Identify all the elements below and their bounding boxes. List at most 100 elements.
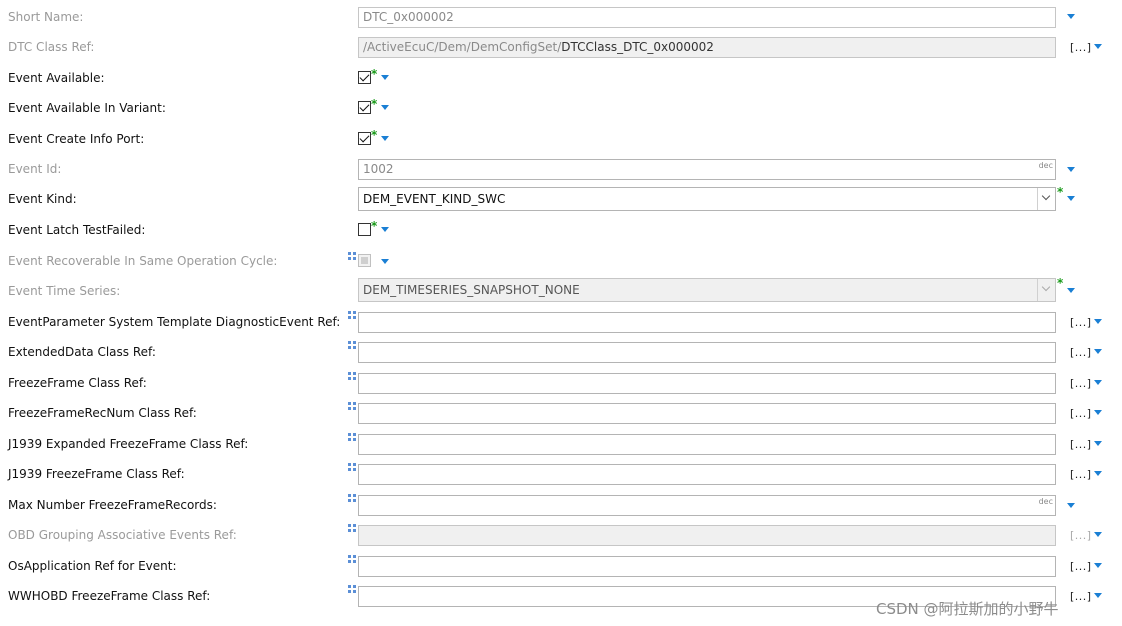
obd-grouping-ref-input[interactable] (358, 525, 1056, 546)
chevron-down-icon[interactable] (1037, 279, 1055, 301)
os-app-ref-browse-button[interactable]: [...] (1070, 561, 1092, 573)
j1939-expanded-ref-label: J1939 Expanded FreezeFrame Class Ref: (8, 437, 249, 451)
os-app-ref-input[interactable] (358, 556, 1056, 577)
modified-star-icon: * (371, 67, 378, 81)
dtc-class-ref-browse-button[interactable]: [...] (1070, 42, 1092, 54)
wwhobd-freeze-ref-dropdown-icon[interactable] (1094, 593, 1102, 598)
obd-grouping-ref-dropdown-icon[interactable] (1094, 532, 1102, 537)
event-time-series-select[interactable]: DEM_TIMESERIES_SNAPSHOT_NONE (358, 278, 1056, 302)
dtc-class-ref-label: DTC Class Ref: (8, 40, 95, 54)
row-j1939-expanded-ref: J1939 Expanded FreezeFrame Class Ref: [.… (0, 429, 1122, 459)
row-os-app-ref: OsApplication Ref for Event: [...] (0, 551, 1122, 581)
j1939-expanded-ref-browse-button[interactable]: [...] (1070, 439, 1092, 451)
j1939-expanded-ref-dropdown-icon[interactable] (1094, 441, 1102, 446)
event-available-in-variant-checkbox[interactable] (358, 101, 371, 114)
short-name-input[interactable]: DTC_0x000002 (358, 7, 1056, 28)
tree-nodes-icon (348, 372, 357, 380)
chevron-down-icon[interactable] (1037, 188, 1055, 210)
modified-star-icon: * (1057, 276, 1064, 290)
event-time-series-dropdown-icon[interactable] (1067, 288, 1075, 293)
event-kind-select[interactable]: DEM_EVENT_KIND_SWC (358, 187, 1056, 211)
j1939-freeze-ref-label: J1939 FreezeFrame Class Ref: (8, 467, 185, 481)
freeze-frame-ref-input[interactable] (358, 373, 1056, 394)
freeze-frame-recnum-ref-input[interactable] (358, 403, 1056, 424)
tree-nodes-icon (348, 252, 357, 260)
row-event-available: Event Available: * (0, 63, 1122, 93)
extended-data-ref-input[interactable] (358, 342, 1056, 363)
tree-nodes-icon (348, 433, 357, 441)
row-freeze-frame-recnum-ref: FreezeFrameRecNum Class Ref: [...] (0, 398, 1122, 428)
modified-star-icon: * (371, 97, 378, 111)
tree-nodes-icon (348, 555, 357, 563)
obd-grouping-ref-label: OBD Grouping Associative Events Ref: (8, 528, 237, 542)
short-name-label: Short Name: (8, 10, 84, 24)
row-obd-grouping-ref: OBD Grouping Associative Events Ref: [..… (0, 520, 1122, 550)
event-latch-test-failed-label: Event Latch TestFailed: (8, 223, 146, 237)
event-available-checkbox[interactable] (358, 71, 371, 84)
freeze-frame-recnum-ref-dropdown-icon[interactable] (1094, 410, 1102, 415)
event-param-ref-dropdown-icon[interactable] (1094, 319, 1102, 324)
event-time-series-value: DEM_TIMESERIES_SNAPSHOT_NONE (363, 283, 580, 297)
freeze-frame-ref-browse-button[interactable]: [...] (1070, 378, 1092, 390)
freeze-frame-recnum-ref-browse-button[interactable]: [...] (1070, 408, 1092, 420)
freeze-frame-ref-dropdown-icon[interactable] (1094, 380, 1102, 385)
modified-star-icon: * (1057, 185, 1064, 199)
dtc-class-ref-name: DTCClass_DTC_0x000002 (561, 40, 714, 54)
event-param-ref-browse-button[interactable]: [...] (1070, 317, 1092, 329)
event-kind-label: Event Kind: (8, 192, 77, 206)
event-time-series-label: Event Time Series: (8, 284, 121, 298)
row-event-latch-test-failed: Event Latch TestFailed: * (0, 215, 1122, 245)
tree-nodes-icon (348, 402, 357, 410)
event-available-in-variant-dropdown-icon[interactable] (381, 105, 389, 110)
event-create-info-port-dropdown-icon[interactable] (381, 136, 389, 141)
event-available-in-variant-label: Event Available In Variant: (8, 101, 166, 115)
os-app-ref-dropdown-icon[interactable] (1094, 563, 1102, 568)
event-param-ref-input[interactable] (358, 312, 1056, 333)
max-freeze-records-format: dec (1038, 497, 1053, 506)
modified-star-icon: * (371, 219, 378, 233)
j1939-freeze-ref-dropdown-icon[interactable] (1094, 471, 1102, 476)
max-freeze-records-dropdown-icon[interactable] (1067, 503, 1075, 508)
row-event-id: Event Id: 1002 dec (0, 154, 1122, 184)
j1939-expanded-ref-input[interactable] (358, 434, 1056, 455)
event-param-ref-label: EventParameter System Template Diagnosti… (8, 315, 341, 329)
event-available-dropdown-icon[interactable] (381, 75, 389, 80)
os-app-ref-label: OsApplication Ref for Event: (8, 559, 177, 573)
event-recoverable-checkbox[interactable] (358, 254, 371, 267)
row-freeze-frame-ref: FreezeFrame Class Ref: [...] (0, 368, 1122, 398)
event-latch-test-failed-dropdown-icon[interactable] (381, 227, 389, 232)
row-max-freeze-records: Max Number FreezeFrameRecords: dec (0, 490, 1122, 520)
tree-nodes-icon (348, 494, 357, 502)
wwhobd-freeze-ref-browse-button[interactable]: [...] (1070, 591, 1092, 603)
dtc-class-ref-input[interactable]: /ActiveEcuC/Dem/DemConfigSet/DTCClass_DT… (358, 37, 1056, 58)
dtc-class-ref-dropdown-icon[interactable] (1094, 44, 1102, 49)
event-create-info-port-checkbox[interactable] (358, 132, 371, 145)
j1939-freeze-ref-input[interactable] (358, 464, 1056, 485)
row-event-create-info-port: Event Create Info Port: * (0, 124, 1122, 154)
row-event-param-ref: EventParameter System Template Diagnosti… (0, 307, 1122, 337)
extended-data-ref-dropdown-icon[interactable] (1094, 349, 1102, 354)
row-event-time-series: Event Time Series: DEM_TIMESERIES_SNAPSH… (0, 276, 1122, 306)
event-kind-dropdown-icon[interactable] (1067, 196, 1075, 201)
tree-nodes-icon (348, 311, 357, 319)
row-short-name: Short Name: DTC_0x000002 (0, 2, 1122, 32)
row-dtc-class-ref: DTC Class Ref: /ActiveEcuC/Dem/DemConfig… (0, 32, 1122, 62)
extended-data-ref-browse-button[interactable]: [...] (1070, 347, 1092, 359)
event-recoverable-dropdown-icon[interactable] (381, 259, 389, 264)
tree-nodes-icon (348, 463, 357, 471)
row-event-recoverable: Event Recoverable In Same Operation Cycl… (0, 246, 1122, 276)
event-id-dropdown-icon[interactable] (1067, 167, 1075, 172)
event-id-label: Event Id: (8, 162, 62, 176)
event-kind-value: DEM_EVENT_KIND_SWC (363, 192, 506, 206)
dtc-class-ref-path: /ActiveEcuC/Dem/DemConfigSet/ (363, 40, 562, 54)
max-freeze-records-input[interactable]: dec (358, 495, 1056, 516)
event-id-input[interactable]: 1002 dec (358, 159, 1056, 180)
event-create-info-port-label: Event Create Info Port: (8, 132, 145, 146)
row-j1939-freeze-ref: J1939 FreezeFrame Class Ref: [...] (0, 459, 1122, 489)
freeze-frame-recnum-ref-label: FreezeFrameRecNum Class Ref: (8, 406, 197, 420)
short-name-dropdown-icon[interactable] (1067, 14, 1075, 19)
obd-grouping-ref-browse-button[interactable]: [...] (1070, 530, 1092, 542)
j1939-freeze-ref-browse-button[interactable]: [...] (1070, 469, 1092, 481)
event-latch-test-failed-checkbox[interactable] (358, 223, 371, 236)
row-extended-data-ref: ExtendedData Class Ref: [...] (0, 337, 1122, 367)
